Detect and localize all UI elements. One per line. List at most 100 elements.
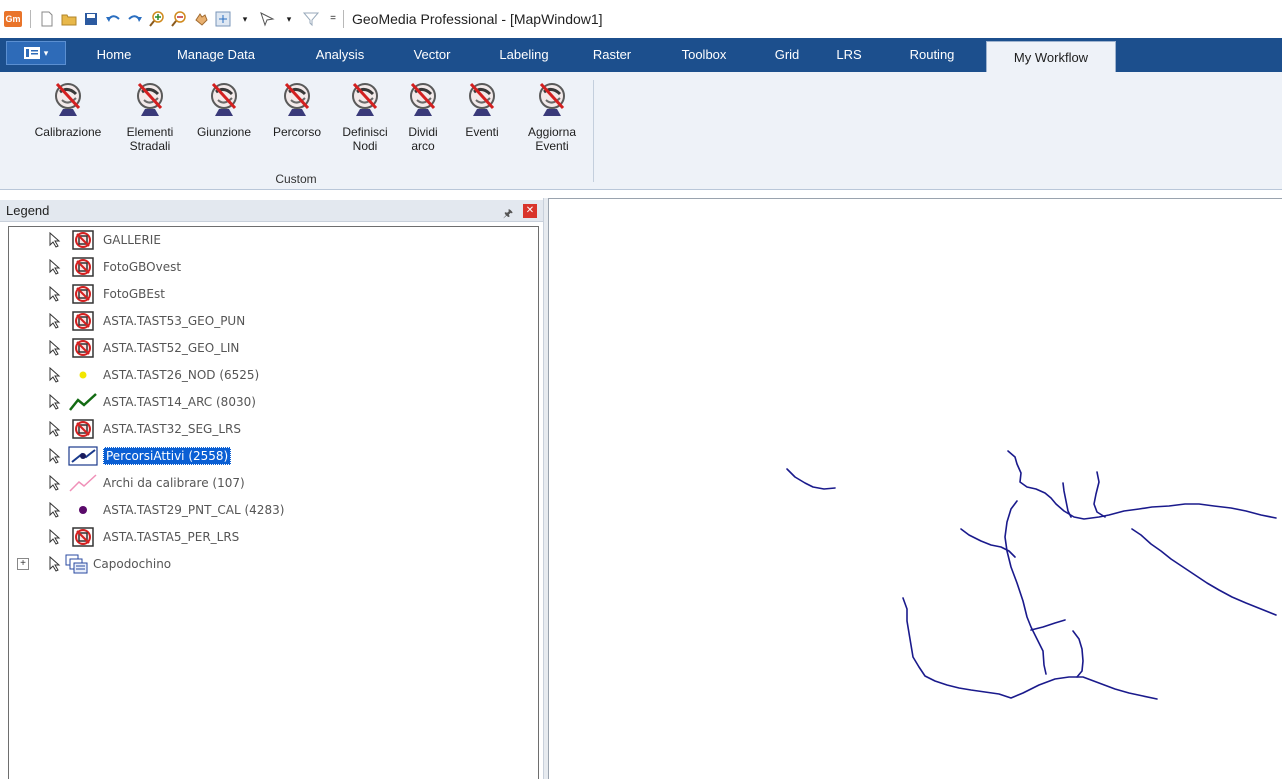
- locatable-arrow-icon[interactable]: [47, 286, 61, 302]
- legend-entry[interactable]: ASTA.TAST14_ARC (8030): [9, 391, 256, 413]
- filter-icon[interactable]: [303, 11, 319, 27]
- legend-panel: Legend 🖈 ✕ GALLERIE FotoGBOvest FotoGBEs…: [0, 200, 543, 779]
- legend-group-entry[interactable]: + Capodochino: [9, 553, 171, 575]
- locatable-arrow-icon[interactable]: [47, 529, 61, 545]
- unavailable-icon: [72, 284, 94, 304]
- fit-all-icon[interactable]: [215, 11, 231, 27]
- button-label: Calibrazione: [34, 125, 102, 139]
- tab-my-workflow[interactable]: My Workflow: [986, 41, 1116, 72]
- button-label: Giunzione: [196, 125, 252, 139]
- legend-entry[interactable]: ASTA.TASTA5_PER_LRS: [9, 526, 239, 548]
- eventi-button[interactable]: Eventi: [454, 78, 510, 139]
- unavailable-icon: [72, 257, 94, 277]
- dropdown-arrow-icon[interactable]: ▾: [281, 11, 297, 27]
- custom-command-icon: [468, 82, 496, 118]
- legend-entry-label: GALLERIE: [103, 233, 161, 247]
- legend-entry[interactable]: ASTA.TAST53_GEO_PUN: [9, 310, 245, 332]
- legend-entry-label: Archi da calibrare (107): [103, 476, 245, 490]
- tab-labeling[interactable]: Labeling: [482, 38, 566, 72]
- ribbon-group-label: Custom: [275, 172, 317, 186]
- tab-vector[interactable]: Vector: [400, 38, 464, 72]
- custom-command-icon: [351, 82, 379, 118]
- route-segment: [1093, 471, 1106, 518]
- locatable-arrow-icon[interactable]: [47, 556, 61, 572]
- map-canvas[interactable]: [549, 199, 1282, 780]
- locatable-arrow-icon[interactable]: [47, 448, 61, 464]
- custom-command-icon: [210, 82, 238, 118]
- qa-separator: [30, 10, 31, 28]
- calibrazione-button[interactable]: Calibrazione: [22, 78, 114, 139]
- button-label: Percorso: [272, 125, 322, 139]
- chevron-down-icon: ▾: [43, 47, 49, 58]
- tab-grid[interactable]: Grid: [762, 38, 812, 72]
- locatable-arrow-icon[interactable]: [47, 421, 61, 437]
- quick-access-toolbar: Gm ▾ ▾ =: [4, 10, 341, 28]
- tab-raster[interactable]: Raster: [580, 38, 644, 72]
- open-folder-icon[interactable]: [61, 11, 77, 27]
- legend-entry[interactable]: ASTA.TAST29_PNT_CAL (4283): [9, 499, 284, 521]
- legend-entry-label: FotoGBEst: [103, 287, 165, 301]
- group-icon: [65, 554, 88, 574]
- pin-icon[interactable]: 🖈: [503, 203, 513, 225]
- map-window[interactable]: [549, 198, 1282, 779]
- redo-icon[interactable]: [127, 11, 143, 27]
- legend-entry[interactable]: ASTA.TAST26_NOD (6525): [9, 364, 259, 386]
- zoom-out-icon[interactable]: [171, 11, 187, 27]
- legend-entry[interactable]: GALLERIE: [9, 229, 161, 251]
- percorso-button[interactable]: Percorso: [262, 78, 332, 139]
- definisci-nodi-button[interactable]: Definisci Nodi: [332, 78, 398, 153]
- elementi-stradali-button[interactable]: Elementi Stradali: [114, 78, 186, 153]
- legend-entry-label: Capodochino: [93, 557, 172, 571]
- route-segment: [1004, 500, 1047, 675]
- save-icon[interactable]: [83, 11, 99, 27]
- legend-entry[interactable]: FotoGBOvest: [9, 256, 181, 278]
- route-segment: [1030, 619, 1066, 631]
- application-menu-button[interactable]: ▾: [6, 41, 66, 65]
- app-icon[interactable]: Gm: [4, 11, 22, 27]
- legend-entry[interactable]: Archi da calibrare (107): [9, 472, 245, 494]
- ribbon-panel: Calibrazione Elementi Stradali Giunzione…: [0, 72, 1282, 190]
- zoom-in-icon[interactable]: [149, 11, 165, 27]
- legend-entry-selected[interactable]: PercorsiAttivi (2558): [9, 445, 232, 467]
- legend-entry-label: ASTA.TAST14_ARC (8030): [103, 395, 256, 409]
- dropdown-arrow-icon[interactable]: ▾: [237, 11, 253, 27]
- giunzione-button[interactable]: Giunzione: [186, 78, 262, 139]
- locatable-arrow-icon[interactable]: [47, 259, 61, 275]
- locatable-arrow-icon[interactable]: [47, 394, 61, 410]
- customize-qa-icon[interactable]: =: [325, 11, 341, 27]
- locatable-arrow-icon[interactable]: [47, 502, 61, 518]
- locatable-arrow-icon[interactable]: [47, 367, 61, 383]
- custom-command-icon: [136, 82, 164, 118]
- aggiorna-eventi-button[interactable]: Aggiorna Eventi: [514, 78, 590, 153]
- pan-hand-icon[interactable]: [193, 11, 209, 27]
- undo-icon[interactable]: [105, 11, 121, 27]
- button-label-line2: Eventi: [535, 139, 569, 153]
- close-icon[interactable]: ✕: [523, 204, 537, 218]
- dividi-arco-button[interactable]: Dividi arco: [398, 78, 448, 153]
- expand-plus-icon[interactable]: +: [17, 558, 29, 570]
- tab-routing[interactable]: Routing: [890, 38, 974, 72]
- tab-analysis[interactable]: Analysis: [298, 38, 382, 72]
- legend-entry[interactable]: ASTA.TAST52_GEO_LIN: [9, 337, 239, 359]
- new-document-icon[interactable]: [39, 11, 55, 27]
- select-tool-icon[interactable]: [259, 11, 275, 27]
- legend-entry[interactable]: FotoGBEst: [9, 283, 165, 305]
- button-label-line2: Nodi: [352, 139, 378, 153]
- button-label: Elementi: [126, 125, 174, 139]
- tab-toolbox[interactable]: Toolbox: [662, 38, 746, 72]
- window-title: GeoMedia Professional - [MapWindow1]: [352, 11, 603, 27]
- legend-entry[interactable]: ASTA.TAST32_SEG_LRS: [9, 418, 241, 440]
- legend-tree[interactable]: GALLERIE FotoGBOvest FotoGBEst ASTA.TAST…: [8, 226, 539, 779]
- ribbon-group-separator: [593, 80, 594, 182]
- button-label: Eventi: [465, 125, 499, 139]
- tab-manage-data[interactable]: Manage Data: [164, 38, 268, 72]
- locatable-arrow-icon[interactable]: [47, 340, 61, 356]
- legend-entry-label: ASTA.TAST53_GEO_PUN: [103, 314, 246, 328]
- tab-lrs[interactable]: LRS: [826, 38, 872, 72]
- tab-home[interactable]: Home: [82, 38, 146, 72]
- locatable-arrow-icon[interactable]: [47, 232, 61, 248]
- locatable-arrow-icon[interactable]: [47, 313, 61, 329]
- locatable-arrow-icon[interactable]: [47, 475, 61, 491]
- title-separator: [343, 10, 344, 28]
- legend-entry-label: ASTA.TAST32_SEG_LRS: [103, 422, 241, 436]
